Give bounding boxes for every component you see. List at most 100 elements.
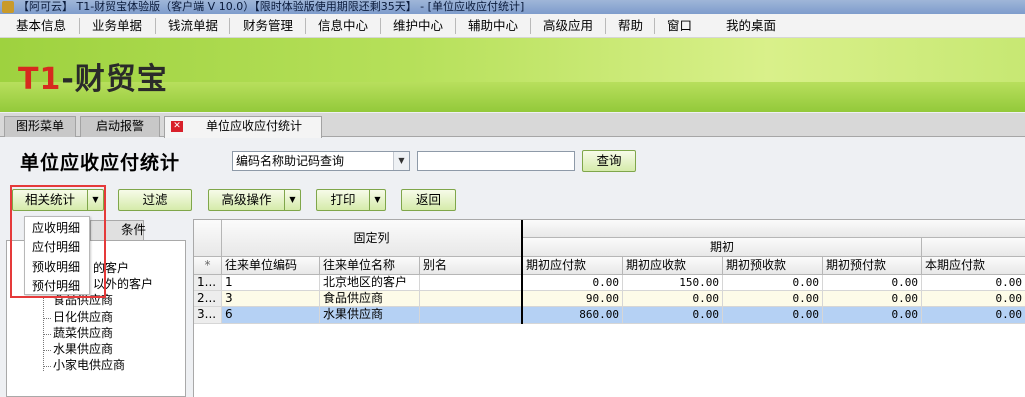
group-header-initial: 期初 — [523, 238, 922, 257]
table-cell[interactable] — [420, 307, 522, 324]
table-cell[interactable]: 0.00 — [922, 291, 1025, 307]
frozen-column-divider[interactable] — [521, 220, 523, 324]
menu-separator — [455, 18, 456, 34]
close-icon[interactable]: ✕ — [171, 121, 183, 132]
menu-separator — [530, 18, 531, 34]
column-header-initial-prereceived[interactable]: 期初预收款 — [723, 257, 823, 275]
table-cell[interactable]: 0.00 — [922, 307, 1025, 324]
menu-maintenance[interactable]: 维护中心 — [393, 18, 443, 34]
menu-separator — [229, 18, 230, 34]
table-cell[interactable] — [420, 291, 522, 307]
app-logo: T1-财贸宝 — [18, 54, 168, 98]
group-header-blank — [922, 238, 1025, 257]
menu-item-payable-detail[interactable]: 应付明细 — [32, 239, 80, 255]
table-cell[interactable]: 1 — [222, 275, 320, 291]
column-header-initial-prepaid[interactable]: 期初预付款 — [823, 257, 922, 275]
table-cell[interactable]: 0.00 — [823, 275, 922, 291]
tab-graphic-menu[interactable]: 图形菜单 — [4, 116, 76, 137]
tab-label: 单位应收应付统计 — [205, 119, 302, 133]
window-titlebar: 【阿可云】 T1-财贸宝体验版（客户端 V 10.0）【限时体验版使用期限还剩3… — [0, 0, 1025, 14]
chevron-down-icon[interactable]: ▼ — [87, 190, 103, 210]
table-cell[interactable]: 0.00 — [823, 307, 922, 324]
table-cell[interactable]: 0.00 — [623, 307, 723, 324]
chevron-down-icon[interactable]: ▼ — [369, 190, 385, 210]
tree-connector — [43, 318, 51, 319]
group-header-blank — [523, 220, 1025, 238]
table-cell[interactable]: 水果供应商 — [320, 307, 420, 324]
table-cell[interactable]: 0.00 — [723, 275, 823, 291]
table-cell[interactable]: 3 — [222, 291, 320, 307]
row-header[interactable]: 3... — [194, 307, 222, 324]
table-cell[interactable]: 0.00 — [723, 307, 823, 324]
menu-separator — [380, 18, 381, 34]
back-button[interactable]: 返回 — [401, 189, 456, 211]
tree-item[interactable]: 以外的客户 — [93, 277, 153, 292]
print-button[interactable]: 打印 ▼ — [316, 189, 386, 211]
row-header[interactable]: 1... — [194, 275, 222, 291]
related-stats-menu: 应收明细 应付明细 预收明细 预付明细 — [24, 216, 90, 295]
advanced-ops-button[interactable]: 高级操作 ▼ — [208, 189, 301, 211]
tree-item[interactable]: 食品供应商 — [53, 293, 113, 308]
column-header-unit-name[interactable]: 往来单位名称 — [320, 257, 420, 275]
tab-startup-alert[interactable]: 启动报警 — [80, 116, 160, 137]
table-cell[interactable]: 150.00 — [623, 275, 723, 291]
group-header-fixed: 固定列 — [222, 220, 522, 257]
filter-button[interactable]: 过滤 — [118, 189, 192, 211]
tree-item[interactable]: 日化供应商 — [53, 310, 113, 325]
menu-bar: 基本信息 业务单据 钱流单据 财务管理 信息中心 维护中心 辅助中心 高级应用 … — [0, 14, 1025, 38]
menu-my-desktop[interactable]: 我的桌面 — [726, 18, 776, 34]
menu-window[interactable]: 窗口 — [667, 18, 692, 34]
tree-item[interactable]: 小家电供应商 — [53, 358, 125, 373]
tree-connector — [43, 350, 51, 351]
tree-item[interactable]: 水果供应商 — [53, 342, 113, 357]
table-cell[interactable]: 0.00 — [623, 291, 723, 307]
column-header-alias[interactable]: 别名 — [420, 257, 522, 275]
menu-auxiliary[interactable]: 辅助中心 — [468, 18, 518, 34]
table-cell[interactable]: 0.00 — [922, 275, 1025, 291]
menu-separator — [654, 18, 655, 34]
chevron-down-icon[interactable]: ▼ — [393, 152, 409, 170]
column-header-unit-code[interactable]: 往来单位编码 — [222, 257, 320, 275]
menu-help[interactable]: 帮助 — [618, 18, 643, 34]
tree-item[interactable]: 的客户 — [93, 261, 129, 276]
search-input[interactable] — [417, 151, 575, 171]
menu-item-receivable-detail[interactable]: 应收明细 — [32, 220, 80, 236]
tab-receivable-payable-stats[interactable]: ✕ 单位应收应付统计 — [164, 116, 322, 138]
menu-basic-info[interactable]: 基本信息 — [16, 18, 66, 34]
menu-cashflow-docs[interactable]: 钱流单据 — [168, 18, 218, 34]
menu-item-prepaid-detail[interactable]: 预付明细 — [32, 278, 80, 294]
table-cell[interactable]: 90.00 — [523, 291, 623, 307]
table-cell[interactable]: 6 — [222, 307, 320, 324]
table-cell[interactable]: 0.00 — [823, 291, 922, 307]
page-title: 单位应收应付统计 — [20, 152, 181, 174]
tree-item[interactable]: 蔬菜供应商 — [53, 326, 113, 341]
related-stats-button[interactable]: 相关统计 ▼ — [12, 189, 104, 211]
data-grid: 固定列 期初 * 往来单位编码 往来单位名称 别名 期初应付款 期初应收款 期初… — [193, 219, 1025, 397]
menu-item-prereceived-detail[interactable]: 预收明细 — [32, 259, 80, 275]
table-cell[interactable] — [420, 275, 522, 291]
menu-separator — [305, 18, 306, 34]
menu-advanced[interactable]: 高级应用 — [543, 18, 593, 34]
table-cell[interactable]: 860.00 — [523, 307, 623, 324]
tree-connector — [43, 366, 51, 367]
tab-strip: 图形菜单 启动报警 ✕ 单位应收应付统计 — [0, 113, 1025, 138]
tab-conditions[interactable]: 条件 — [90, 220, 147, 240]
table-cell[interactable]: 0.00 — [523, 275, 623, 291]
column-header-initial-receivable[interactable]: 期初应收款 — [623, 257, 723, 275]
table-cell[interactable]: 北京地区的客户 — [320, 275, 420, 291]
tab-conditions-label: 条件 — [121, 222, 147, 237]
chevron-down-icon[interactable]: ▼ — [284, 190, 300, 210]
logo-t1: T1 — [18, 62, 62, 97]
row-header[interactable]: 2... — [194, 291, 222, 307]
column-header-initial-payable[interactable]: 期初应付款 — [523, 257, 623, 275]
table-cell[interactable]: 0.00 — [723, 291, 823, 307]
column-header-current-payable[interactable]: 本期应付款 — [922, 257, 1025, 275]
menu-separator — [155, 18, 156, 34]
menu-info-center[interactable]: 信息中心 — [318, 18, 368, 34]
search-mode-select[interactable]: 编码名称助记码查询 ▼ — [232, 151, 410, 171]
menu-business-docs[interactable]: 业务单据 — [92, 18, 142, 34]
menu-finance[interactable]: 财务管理 — [243, 18, 293, 34]
table-cell[interactable]: 食品供应商 — [320, 291, 420, 307]
print-label: 打印 — [330, 192, 356, 207]
query-button[interactable]: 查询 — [582, 150, 636, 172]
